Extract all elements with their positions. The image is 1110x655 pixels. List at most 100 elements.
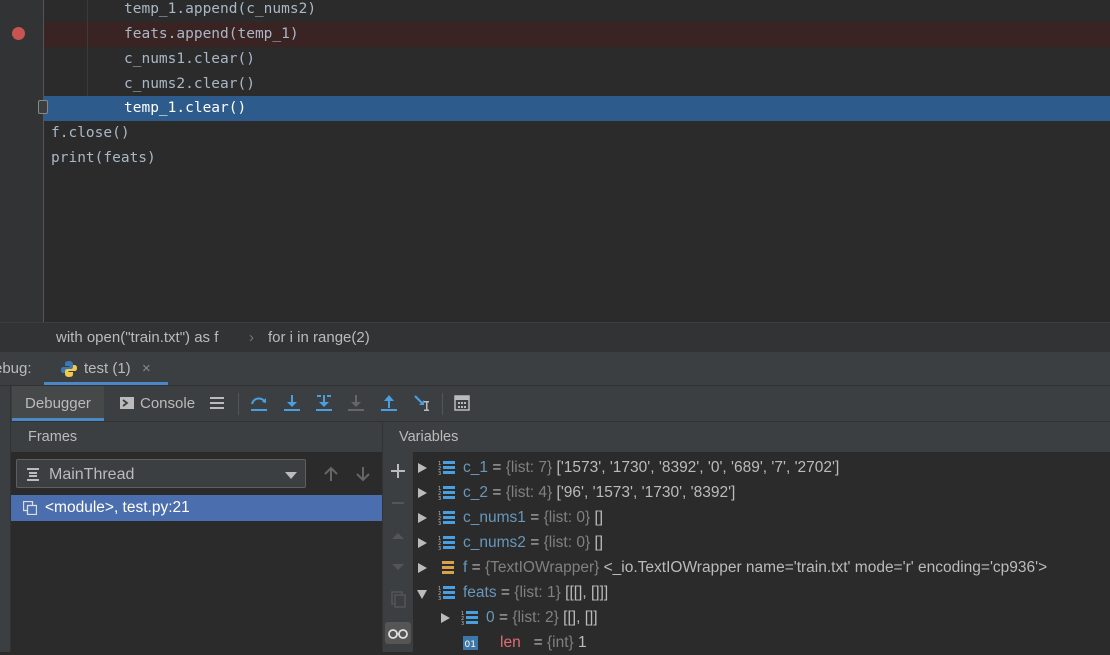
- debugger-toolbar: Debugger Console: [0, 386, 1110, 422]
- svg-text:3: 3: [438, 546, 441, 551]
- frames-header: Frames: [11, 422, 382, 452]
- variables-side-toolbar: [383, 452, 413, 652]
- variable-name: len: [500, 634, 521, 651]
- run-to-cursor-icon[interactable]: [411, 392, 433, 414]
- variable-value: 1: [578, 634, 587, 651]
- breadcrumb-item-with[interactable]: with open("train.txt") as f: [56, 323, 218, 353]
- svg-text:3: 3: [438, 596, 441, 601]
- variable-name: c_nums2: [463, 534, 526, 551]
- debug-side-strip: [0, 386, 11, 652]
- code-text: temp_1.append(c_nums2): [124, 1, 317, 17]
- variable-name: f: [463, 559, 468, 576]
- expand-arrow-icon[interactable]: [418, 513, 427, 523]
- variable-value: []: [594, 509, 604, 526]
- remove-watch-icon[interactable]: [387, 492, 409, 514]
- variable-value: ['1573', '1730', '8392', '0', '689', '7'…: [556, 459, 840, 476]
- expand-arrow-icon[interactable]: [418, 538, 427, 548]
- list-icon: 123: [438, 586, 455, 601]
- breadcrumb-item-for[interactable]: for i in range(2): [268, 323, 370, 353]
- expand-arrow-icon[interactable]: [418, 463, 427, 473]
- breadcrumb: with open("train.txt") as f › for i in r…: [0, 322, 1110, 353]
- variable-name: feats: [463, 584, 497, 601]
- list-icon: 123: [461, 611, 478, 626]
- tab-console[interactable]: Console: [120, 386, 195, 421]
- list-icon: 123: [438, 461, 455, 476]
- watches-glasses-icon[interactable]: [385, 622, 411, 644]
- move-down-icon[interactable]: [387, 556, 409, 578]
- evaluate-expression-icon[interactable]: [451, 392, 473, 414]
- layout-menu-icon[interactable]: [206, 392, 228, 414]
- code-text: c_nums2.clear(): [124, 76, 255, 92]
- close-icon[interactable]: ×: [142, 352, 151, 385]
- move-up-icon[interactable]: [387, 525, 409, 547]
- step-out-icon[interactable]: [378, 392, 400, 414]
- variable-type: {list: 1}: [514, 584, 561, 601]
- variable-value: [[[], []]]: [565, 584, 609, 601]
- expand-arrow-icon[interactable]: [418, 488, 427, 498]
- variable-name: c_2: [463, 484, 488, 501]
- frame-row[interactable]: <module>, test.py:21: [11, 495, 382, 521]
- collapse-arrow-icon[interactable]: [417, 590, 427, 599]
- expand-arrow-icon[interactable]: [441, 613, 450, 623]
- code-line[interactable]: c_nums1.clear(): [44, 47, 1110, 72]
- variable-type: {list: 0}: [543, 534, 591, 551]
- variable-name: 0: [486, 609, 495, 626]
- list-icon: 123: [438, 486, 455, 501]
- frames-title: Frames: [28, 429, 78, 445]
- svg-text:01: 01: [465, 640, 476, 650]
- breakpoint-icon[interactable]: [12, 27, 25, 40]
- code-line[interactable]: temp_1.append(c_nums2): [44, 0, 1110, 22]
- editor-gutter[interactable]: [0, 0, 44, 322]
- force-step-into-icon[interactable]: [345, 392, 367, 414]
- code-text: feats.append(temp_1): [124, 26, 299, 42]
- execution-point-icon: [38, 100, 48, 114]
- variable-name: c_1: [463, 459, 488, 476]
- frames-panel: Frames MainThread <module>, test.py:21: [11, 422, 383, 652]
- breadcrumb-separator: ›: [249, 329, 254, 346]
- variable-value: ['96', '1573', '1730', '8392']: [556, 484, 736, 501]
- arrow-down-icon[interactable]: [355, 466, 371, 482]
- svg-text:3: 3: [438, 471, 441, 476]
- tab-debugger[interactable]: Debugger: [12, 386, 104, 421]
- int-icon: 01: [463, 636, 478, 650]
- code-line[interactable]: c_nums2.clear(): [44, 72, 1110, 97]
- thread-selected-value: MainThread: [49, 466, 135, 483]
- thread-icon: [27, 468, 39, 481]
- variable-type: {list: 0}: [543, 509, 591, 526]
- code-text: c_nums1.clear(): [124, 51, 255, 67]
- list-icon: 123: [438, 511, 455, 526]
- variable-type: {list: 2}: [512, 609, 559, 626]
- variable-type: {list: 4}: [505, 484, 553, 501]
- tab-debugger-label: Debugger: [25, 395, 91, 412]
- variable-name: c_nums1: [463, 509, 526, 526]
- code-editor[interactable]: temp_1.append(c_nums2) feats.append(temp…: [0, 0, 1110, 322]
- code-line-current[interactable]: temp_1.clear(): [44, 96, 1110, 121]
- step-into-icon[interactable]: [281, 392, 303, 414]
- variables-title: Variables: [399, 429, 459, 445]
- expand-arrow-icon[interactable]: [418, 563, 427, 573]
- variables-panel: Variables 123 c_1 = {list: 7} ['1573', '…: [383, 422, 1110, 652]
- step-over-icon[interactable]: [248, 392, 270, 414]
- frame-label: <module>, test.py:21: [45, 499, 190, 516]
- variable-value: []: [594, 534, 604, 551]
- code-text: temp_1.clear(): [124, 100, 247, 116]
- variable-type: {int}: [546, 634, 574, 651]
- code-line-breakpoint[interactable]: feats.append(temp_1): [44, 22, 1110, 47]
- step-into-my-code-icon[interactable]: [313, 392, 335, 414]
- variables-header: Variables: [383, 422, 1110, 452]
- add-watch-icon[interactable]: [387, 460, 409, 482]
- thread-dropdown[interactable]: MainThread: [16, 459, 306, 488]
- svg-text:3: 3: [438, 521, 441, 526]
- debug-tool-window-header: ebug: test (1) ×: [0, 352, 1110, 386]
- variable-value: [[], []]: [563, 609, 598, 626]
- list-icon: 123: [438, 536, 455, 551]
- code-line[interactable]: print(feats): [44, 146, 1110, 171]
- run-tab-test[interactable]: test (1) ×: [44, 352, 168, 385]
- svg-text:3: 3: [461, 621, 464, 626]
- tab-console-label: Console: [140, 395, 196, 412]
- copy-icon[interactable]: [387, 588, 409, 610]
- python-icon: [61, 361, 77, 377]
- svg-text:3: 3: [438, 496, 441, 501]
- code-line[interactable]: f.close(): [44, 121, 1110, 146]
- arrow-up-icon[interactable]: [323, 466, 339, 482]
